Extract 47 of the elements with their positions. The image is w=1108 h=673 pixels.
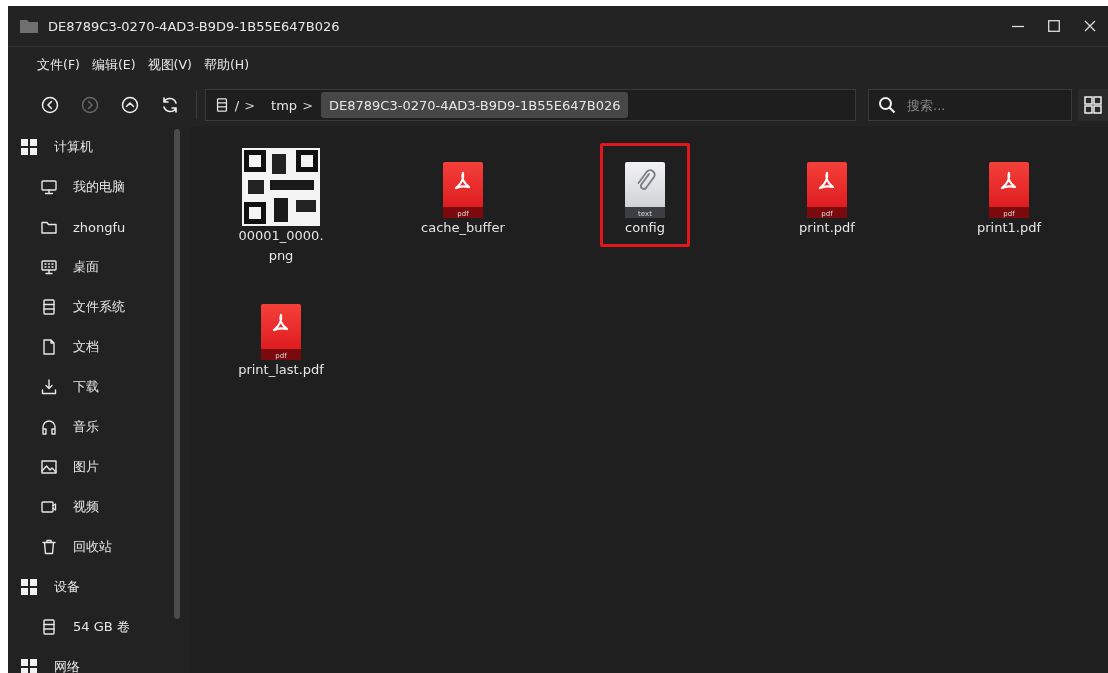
drive-icon — [40, 618, 58, 636]
forward-icon — [80, 96, 99, 114]
up-icon — [120, 96, 139, 114]
document-icon — [40, 338, 58, 356]
scrollbar[interactable] — [174, 129, 180, 619]
sidebar-item[interactable]: 文件系统 — [8, 287, 168, 327]
back-icon — [40, 96, 59, 114]
download-icon — [40, 378, 58, 396]
sidebar-item[interactable]: zhongfu — [8, 207, 168, 247]
menu-item[interactable]: 帮助(H) — [198, 53, 255, 77]
monitor-icon — [40, 178, 58, 196]
sidebar-item[interactable]: 视频 — [8, 487, 168, 527]
monitor-icon — [40, 258, 58, 276]
grid-icon — [20, 658, 38, 673]
sidebar-item[interactable]: 图片 — [8, 447, 168, 487]
grid-view-icon — [1084, 96, 1103, 114]
video-icon — [40, 498, 58, 516]
breadcrumb[interactable]: tmp > — [263, 90, 322, 120]
trash-icon — [40, 538, 58, 556]
search-field[interactable]: 搜索... — [868, 89, 1073, 121]
menu-item[interactable]: 视图(V) — [142, 53, 197, 77]
breadcrumb[interactable]: DE8789C3-0270-4AD3-B9D9-1B55E647B026 — [321, 92, 629, 118]
headphones-icon — [40, 418, 58, 436]
file-item[interactable]: 00001_0000.png — [229, 143, 333, 275]
window-title: DE8789C3-0270-4AD3-B9D9-1B55E647B026 — [48, 18, 341, 34]
grid-icon — [20, 138, 38, 156]
sidebar-heading[interactable]: 设备 — [8, 567, 168, 607]
sidebar-item[interactable]: 回收站 — [8, 527, 168, 567]
breadcrumb[interactable]: / > — [205, 90, 264, 120]
sidebar-item[interactable]: 我的电脑 — [8, 167, 168, 207]
sidebar-item[interactable]: 文档 — [8, 327, 168, 367]
sidebar-item[interactable]: 54 GB 卷 — [8, 607, 168, 647]
menu-item[interactable]: 文件(F) — [32, 53, 85, 77]
drive-icon — [40, 298, 58, 316]
sidebar-item[interactable]: 桌面 — [8, 247, 168, 287]
close-icon — [1084, 20, 1096, 32]
sidebar-heading[interactable]: 网络 — [8, 647, 168, 673]
menu-item[interactable]: 编辑(E) — [86, 53, 141, 77]
maximize-icon — [1048, 20, 1060, 32]
sidebar-item[interactable]: 音乐 — [8, 407, 168, 447]
sidebar-item[interactable]: 下载 — [8, 367, 168, 407]
grid-icon — [20, 578, 38, 596]
icon-view-button[interactable] — [1078, 89, 1108, 121]
sidebar-heading[interactable]: 计算机 — [8, 127, 168, 167]
image-icon — [40, 458, 58, 476]
search-icon — [878, 96, 897, 114]
folder-icon — [20, 19, 38, 33]
